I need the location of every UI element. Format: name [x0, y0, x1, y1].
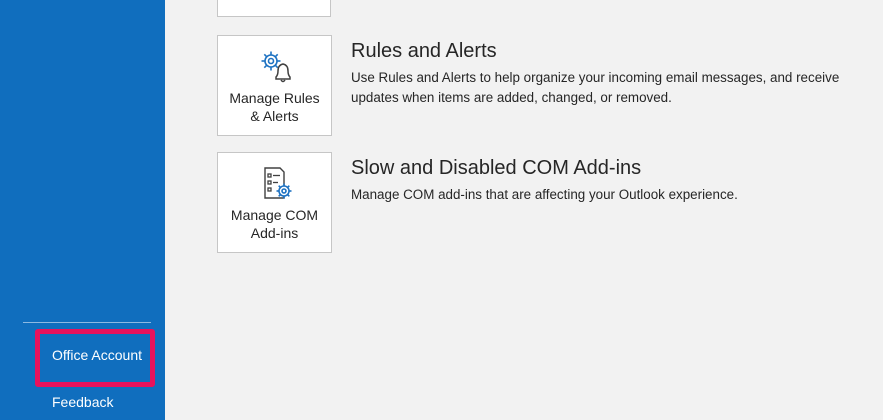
com-addins-list-gear-icon [264, 167, 292, 199]
manage-rules-alerts-button[interactable]: Manage Rules & Alerts [217, 35, 332, 136]
sidebar-divider [23, 322, 151, 323]
com-addins-title: Slow and Disabled COM Add-ins [351, 157, 642, 179]
manage-com-addins-button[interactable]: Manage COM Add-ins [217, 152, 332, 253]
manage-com-addins-label: Manage COM Add-ins [230, 207, 319, 241]
outlook-backstage: Office Account Feedback Manage Rules & A… [0, 0, 883, 420]
rules-alerts-description: Use Rules and Alerts to help organize yo… [351, 70, 840, 105]
backstage-sidebar: Office Account Feedback [0, 0, 165, 420]
sidebar-item-feedback[interactable]: Feedback [52, 394, 113, 410]
rules-alerts-gear-bell-icon [261, 51, 291, 83]
com-addins-description: Manage COM add-ins that are affecting yo… [351, 187, 738, 202]
rules-alerts-title: Rules and Alerts [351, 40, 497, 62]
previous-section-tile[interactable] [217, 0, 331, 17]
manage-rules-alerts-label: Manage Rules & Alerts [229, 90, 320, 124]
sidebar-item-office-account[interactable]: Office Account [52, 347, 142, 363]
